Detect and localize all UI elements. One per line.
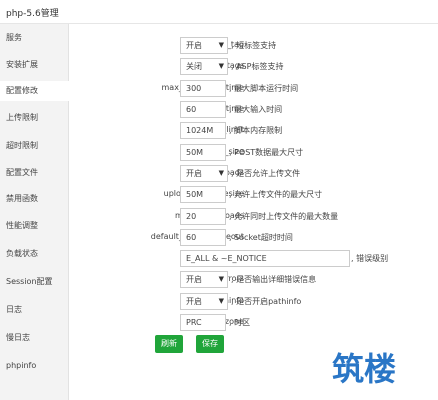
setting-row-short-open-tag: short_open_tag 开启▼ , 短标签支持 — [70, 37, 438, 55]
setting-row-asp-tags: asp_tags 关闭▼ , ASP标签支持 — [70, 58, 438, 76]
short-open-tag-select[interactable]: 开启 ▼ — [180, 37, 228, 54]
sidebar-item-install-extensions[interactable]: 安装扩展 — [0, 55, 69, 75]
setting-row-cgi-fix-pathinfo: cgi.fix_pathinfo 开启▼ , 是否开启pathinfo — [70, 293, 438, 311]
setting-desc: , 是否输出详细错误信息 — [231, 275, 317, 284]
setting-desc: , 是否开启pathinfo — [231, 297, 302, 306]
setting-desc: , 是否允许上传文件 — [231, 169, 301, 178]
date-timezone-input[interactable]: PRC — [180, 314, 226, 331]
file-uploads-select[interactable]: 开启 ▼ — [180, 165, 228, 182]
setting-row-error-reporting: error_reporting E_ALL & ~E_NOTICE , 错误级别 — [70, 250, 438, 268]
sidebar-item-session-config[interactable]: Session配置 — [0, 272, 69, 292]
setting-row-display-errors: display_errors 开启▼ , 是否输出详细错误信息 — [70, 271, 438, 289]
post-max-size-input[interactable]: 50M — [180, 144, 226, 161]
asp-tags-select[interactable]: 关闭 ▼ — [180, 58, 228, 75]
sidebar-item-disabled-functions[interactable]: 禁用函数 — [0, 189, 69, 209]
watermark-logo: 筑楼 — [330, 344, 430, 396]
sidebar-item-performance[interactable]: 性能调整 — [0, 216, 69, 236]
setting-desc: , 最大输入时间 — [229, 105, 283, 114]
display-errors-select[interactable]: 开启 ▼ — [180, 271, 228, 288]
svg-text:筑楼: 筑楼 — [332, 350, 396, 388]
watermark-glyph: 筑楼 — [332, 350, 396, 388]
setting-desc: , 允许同时上传文件的最大数量 — [229, 212, 339, 221]
sidebar-item-upload-limit[interactable]: 上传限制 — [0, 108, 69, 128]
title-bar: php-5.6管理 — [0, 0, 438, 24]
error-reporting-input[interactable]: E_ALL & ~E_NOTICE — [180, 250, 350, 267]
sidebar-item-slow-log[interactable]: 慢日志 — [0, 328, 69, 348]
setting-row-max-execution-time: max_execution_time 300 , 最大脚本运行时间 — [70, 80, 438, 98]
refresh-button[interactable]: 刷新 — [155, 335, 183, 353]
setting-desc: , POST数据最大尺寸 — [229, 148, 304, 157]
setting-row-max-file-uploads: max_file_uploads 20 , 允许同时上传文件的最大数量 — [70, 208, 438, 226]
setting-desc: , 允许上传文件的最大尺寸 — [229, 190, 323, 199]
setting-row-file-uploads: file_uploads 开启▼ , 是否允许上传文件 — [70, 165, 438, 183]
setting-row-date-timezone: date.timezone PRC , 时区 — [70, 314, 438, 332]
chevron-down-icon: ▼ — [218, 275, 224, 283]
chevron-down-icon: ▼ — [218, 62, 224, 70]
setting-desc: , 时区 — [229, 318, 251, 327]
sidebar-item-service[interactable]: 服务 — [0, 28, 69, 48]
setting-desc: , ASP标签支持 — [231, 62, 284, 71]
cgi-fix-pathinfo-select[interactable]: 开启 ▼ — [180, 293, 228, 310]
chevron-down-icon: ▼ — [218, 169, 224, 177]
setting-desc: , 最大脚本运行时间 — [229, 84, 299, 93]
setting-row-upload-max-filesize: upload_max_filesize 50M , 允许上传文件的最大尺寸 — [70, 186, 438, 204]
max-execution-time-input[interactable]: 300 — [180, 80, 226, 97]
sidebar-item-load-status[interactable]: 负载状态 — [0, 244, 69, 264]
setting-row-memory-limit: memory_limit 1024M , 脚本内存限制 — [70, 122, 438, 140]
setting-desc: , 错误级别 — [351, 254, 389, 263]
save-button[interactable]: 保存 — [196, 335, 224, 353]
max-file-uploads-input[interactable]: 20 — [180, 208, 226, 225]
upload-max-filesize-input[interactable]: 50M — [180, 186, 226, 203]
sidebar-item-log[interactable]: 日志 — [0, 300, 69, 320]
window-title: php-5.6管理 — [6, 9, 59, 19]
setting-row-max-input-time: max_input_time 60 , 最大输入时间 — [70, 101, 438, 119]
chevron-down-icon: ▼ — [218, 297, 224, 305]
setting-row-post-max-size: post_max_size 50M , POST数据最大尺寸 — [70, 144, 438, 162]
sidebar-item-config-file[interactable]: 配置文件 — [0, 163, 69, 183]
sidebar: 服务 安装扩展 配置修改 上传限制 超时限制 配置文件 禁用函数 性能调整 负载… — [0, 24, 70, 400]
sidebar-item-timeout-limit[interactable]: 超时限制 — [0, 136, 69, 156]
chevron-down-icon: ▼ — [218, 41, 224, 49]
setting-desc: , Socket超时时间 — [229, 233, 293, 242]
max-input-time-input[interactable]: 60 — [180, 101, 226, 118]
memory-limit-input[interactable]: 1024M — [180, 122, 226, 139]
setting-row-default-socket-timeout: default_socket_timeout 60 , Socket超时时间 — [70, 229, 438, 247]
setting-desc: , 脚本内存限制 — [229, 126, 283, 135]
setting-desc: , 短标签支持 — [231, 41, 277, 50]
sidebar-item-phpinfo[interactable]: phpinfo — [0, 356, 69, 376]
sidebar-item-config-edit[interactable]: 配置修改 — [0, 81, 70, 101]
default-socket-timeout-input[interactable]: 60 — [180, 229, 226, 246]
